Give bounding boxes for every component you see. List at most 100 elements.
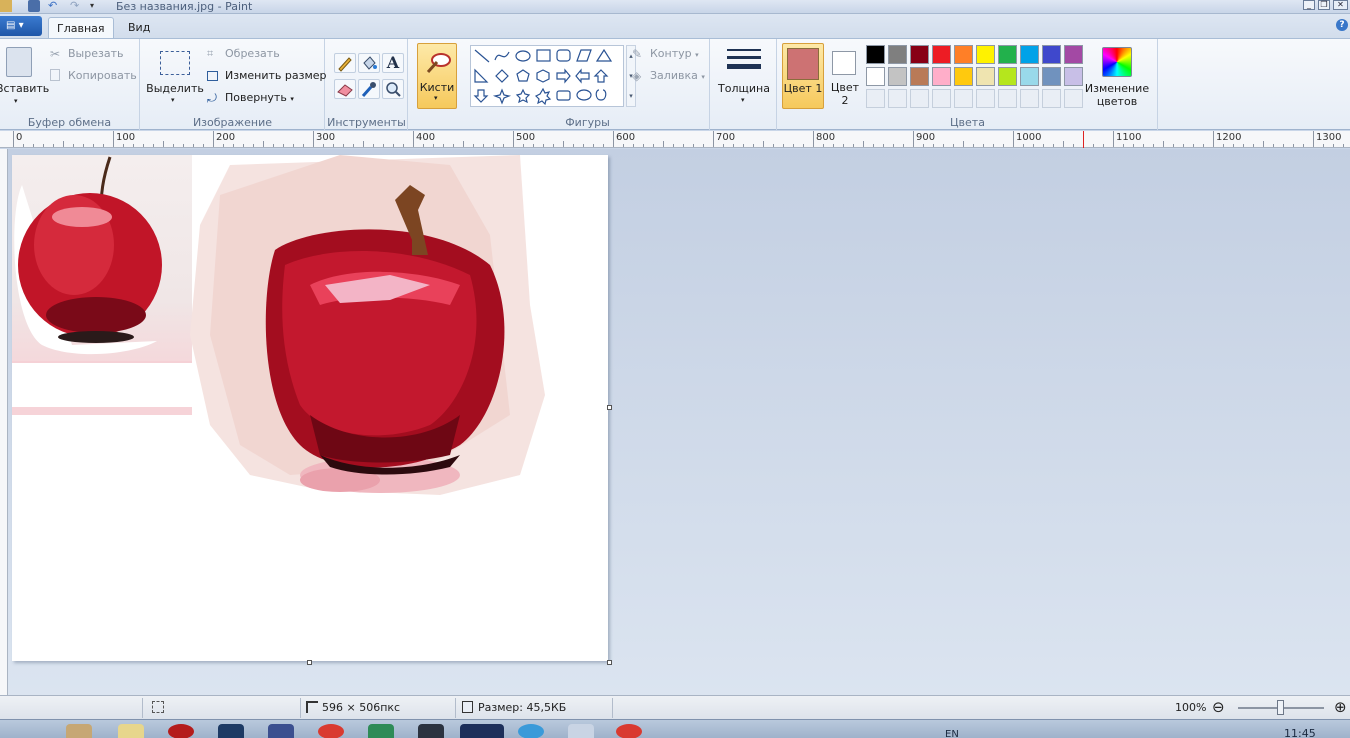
zoom-out-button[interactable]: ⊖: [1212, 698, 1225, 716]
language-indicator[interactable]: EN: [945, 729, 959, 738]
ruler-tick: [433, 144, 434, 147]
crop-button[interactable]: ⌗ Обрезать: [207, 45, 280, 63]
quick-access-dropdown-icon[interactable]: ▾: [90, 0, 102, 12]
edit-colors-button[interactable]: Изменение цветов: [1084, 82, 1150, 108]
palette-swatch[interactable]: [888, 67, 907, 86]
select-button[interactable]: Выделить: [145, 82, 205, 95]
telegram-taskbar-icon[interactable]: [518, 724, 544, 738]
clock[interactable]: 11:45: [1284, 727, 1316, 738]
color-picker-icon[interactable]: [358, 79, 380, 99]
paste-icon[interactable]: [6, 47, 32, 77]
ruler-tick: [1293, 144, 1294, 147]
palette-swatch[interactable]: [1042, 89, 1061, 108]
ruler-tick-label: 1200: [1216, 132, 1242, 143]
palette-swatch[interactable]: [1042, 67, 1061, 86]
ruler-tick-label: 400: [416, 132, 436, 143]
cut-button[interactable]: ✂ Вырезать: [50, 45, 123, 63]
minimize-button[interactable]: _: [1303, 0, 1315, 10]
text-tool-icon[interactable]: A: [382, 53, 404, 73]
color1-button[interactable]: Цвет 1: [782, 43, 824, 109]
palette-swatch[interactable]: [866, 89, 885, 108]
palette-swatch[interactable]: [1064, 67, 1083, 86]
active-taskbar-icon[interactable]: [460, 724, 504, 738]
palette-swatch[interactable]: [954, 45, 973, 64]
app-taskbar-icon[interactable]: [218, 724, 244, 738]
paste-dropdown-icon[interactable]: ▾: [14, 97, 18, 105]
paint-app-icon[interactable]: [0, 0, 12, 12]
palette-swatch[interactable]: [954, 67, 973, 86]
palette-swatch[interactable]: [1064, 45, 1083, 64]
palette-swatch[interactable]: [998, 45, 1017, 64]
palette-swatch[interactable]: [976, 45, 995, 64]
shapes-gallery: [470, 45, 624, 107]
redo-icon[interactable]: ↷: [70, 0, 82, 12]
brushes-button[interactable]: Кисти ▾: [417, 43, 457, 109]
file-menu-button[interactable]: ▤ ▾: [0, 16, 42, 36]
ruler-tick: [573, 144, 574, 147]
palette-swatch[interactable]: [932, 67, 951, 86]
edit-colors-icon[interactable]: [1102, 47, 1132, 77]
palette-swatch[interactable]: [976, 89, 995, 108]
palette-swatch[interactable]: [910, 67, 929, 86]
palette-swatch[interactable]: [1020, 45, 1039, 64]
outline-button[interactable]: ✎ Контур ▾: [632, 45, 699, 63]
palette-swatch[interactable]: [1042, 45, 1061, 64]
browser-taskbar-icon[interactable]: [616, 724, 642, 738]
color2-button[interactable]: Цвет 2: [826, 43, 866, 109]
select-dropdown-icon[interactable]: ▾: [171, 96, 175, 104]
fill-button[interactable]: ◈ Заливка ▾: [632, 67, 705, 85]
resize-button[interactable]: Изменить размер: [207, 67, 327, 85]
paste-button[interactable]: Вставить: [0, 82, 49, 95]
fill-bucket-icon[interactable]: [358, 53, 380, 73]
copy-button[interactable]: Копировать: [50, 67, 137, 85]
help-icon[interactable]: ?: [1336, 19, 1348, 31]
palette-swatch[interactable]: [1020, 89, 1039, 108]
undo-icon[interactable]: ↶: [48, 0, 60, 12]
files-taskbar-icon[interactable]: [118, 724, 144, 738]
magnifier-icon[interactable]: [382, 79, 404, 99]
palette-swatch[interactable]: [998, 67, 1017, 86]
thickness-button[interactable]: Толщина: [711, 82, 777, 95]
zoom-in-button[interactable]: ⊕: [1334, 698, 1347, 716]
close-button[interactable]: ✕: [1333, 0, 1348, 10]
eraser-icon[interactable]: [334, 79, 356, 99]
media-taskbar-icon[interactable]: [168, 724, 194, 738]
palette-swatch[interactable]: [932, 45, 951, 64]
palette-swatch[interactable]: [1064, 89, 1083, 108]
viber-taskbar-icon[interactable]: [268, 724, 294, 738]
palette-swatch[interactable]: [976, 67, 995, 86]
palette-swatch[interactable]: [910, 45, 929, 64]
palette-swatch[interactable]: [998, 89, 1017, 108]
canvas-resize-handle-corner[interactable]: [607, 660, 612, 665]
rotate-button[interactable]: ⤾ Повернуть ▾: [207, 89, 294, 107]
ruler-tick: [1053, 144, 1054, 147]
thickness-dropdown-icon[interactable]: ▾: [741, 96, 745, 104]
paint-taskbar-icon[interactable]: [568, 724, 594, 738]
restore-button[interactable]: ❐: [1318, 0, 1330, 10]
tab-view[interactable]: Вид: [120, 17, 158, 38]
palette-swatch[interactable]: [954, 89, 973, 108]
palette-swatch[interactable]: [932, 89, 951, 108]
tab-home[interactable]: Главная: [48, 17, 114, 38]
palette-swatch[interactable]: [1020, 67, 1039, 86]
chrome-taskbar-icon[interactable]: [318, 724, 344, 738]
save-icon[interactable]: [28, 0, 40, 12]
select-icon[interactable]: [160, 51, 190, 75]
zoom-slider-thumb[interactable]: [1277, 700, 1284, 715]
explorer-taskbar-icon[interactable]: [66, 724, 92, 738]
drawing-canvas[interactable]: [12, 155, 608, 661]
pencil-icon[interactable]: [334, 53, 356, 73]
palette-swatch[interactable]: [910, 89, 929, 108]
palette-swatch[interactable]: [888, 89, 907, 108]
canvas-resize-handle-bottom[interactable]: [307, 660, 312, 665]
palette-swatch[interactable]: [888, 45, 907, 64]
thickness-icon[interactable]: [727, 47, 761, 77]
palette-swatch[interactable]: [866, 45, 885, 64]
palette-swatch[interactable]: [866, 67, 885, 86]
tool-taskbar-icon[interactable]: [418, 724, 444, 738]
security-taskbar-icon[interactable]: [368, 724, 394, 738]
shapes-gallery-icons[interactable]: [471, 46, 625, 108]
ruler-tick: [543, 144, 544, 147]
selection-size-icon: [152, 701, 164, 713]
canvas-resize-handle-right[interactable]: [607, 405, 612, 410]
